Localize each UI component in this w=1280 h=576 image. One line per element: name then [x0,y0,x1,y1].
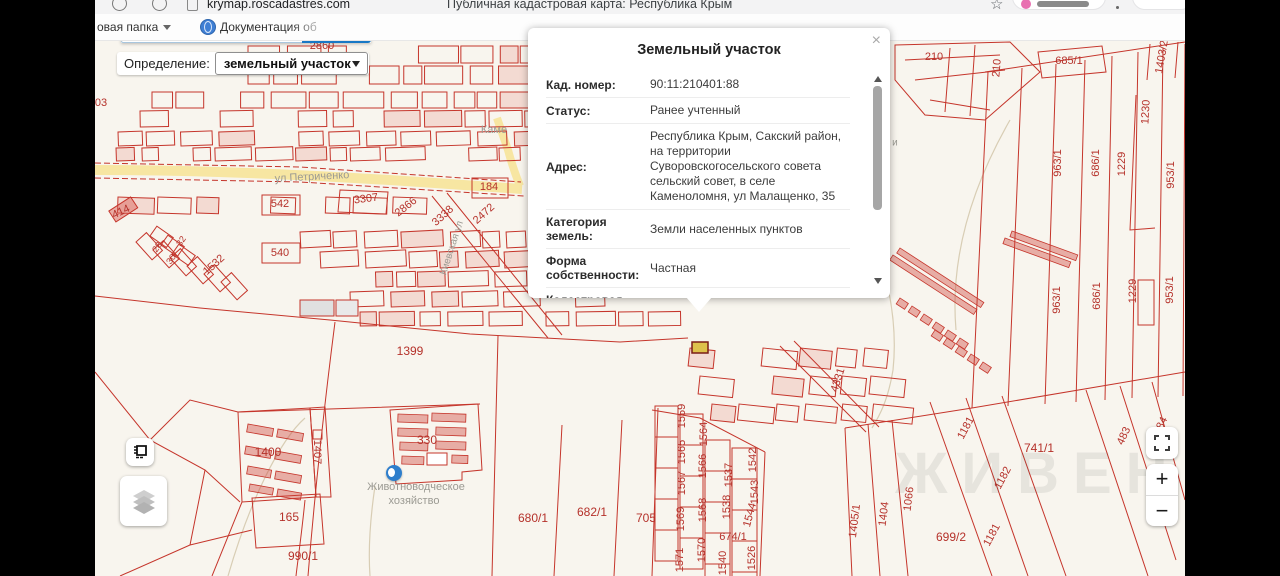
menu-dot-icon [1116,6,1119,9]
info-value: Частная [650,260,696,275]
letterbox-left [0,0,95,576]
info-row: Форма собственности: Частная [546,248,850,287]
scroll-down-icon[interactable] [874,278,882,284]
browser-address-bar: krymap.roscadastres.com Публичная кадаст… [0,0,1280,15]
popup-tail [686,297,712,312]
watermark: ЖИВЕН [895,441,1182,506]
url-text[interactable]: krymap.roscadastres.com [207,0,350,11]
page-title: Публичная кадастровая карта: Республика … [447,0,733,11]
globe-icon [200,19,216,35]
definition-select[interactable]: земельный участок [214,52,368,75]
info-label: Статус: [546,103,591,118]
info-row: Категория земель: Земли населенных пункто… [546,209,850,248]
zoom-in-button[interactable]: + [1146,464,1178,496]
reload-icon[interactable] [112,0,127,11]
zoom-control: + − [1146,464,1178,526]
info-label: Категория земель: [546,215,607,243]
layers-button[interactable] [120,476,167,526]
layers-icon [132,490,155,514]
extension-pill[interactable] [1012,0,1106,10]
scroll-up-icon[interactable] [874,76,882,82]
home-icon[interactable] [152,0,167,11]
close-icon[interactable]: × [872,32,881,50]
info-row: Статус: Ранее учтенный [546,97,850,123]
parcel-info-popup: Земельный участок × Кад. номер: 90:11:210… [528,28,890,298]
measure-button[interactable] [126,438,154,466]
info-value: 90:11:210401:88 [650,77,740,91]
info-label: Кадастровая стоимость: [546,293,638,298]
popup-scrollbar[interactable] [872,74,883,286]
definition-row: Определение: земельный участок [117,52,369,75]
popup-rows: Кад. номер: 90:11:210401:88 Статус: Ранее у… [546,72,850,298]
info-value: Республика Крым, Сакский район, на терри… [650,129,842,203]
ruler-icon [134,445,147,459]
poi-marker[interactable] [386,465,402,481]
bookmark-folder[interactable]: овая папка [97,20,158,34]
info-value: Земли населенных пунктов [650,221,803,236]
zoom-out-button[interactable]: − [1146,496,1178,527]
info-value: Ранее учтенный [650,103,741,117]
definition-label: Определение: [124,56,210,71]
info-label: Форма собственности: [546,254,640,282]
info-row: Адрес: Республика Крым, Сакский район, на… [546,123,850,209]
extension-label-redacted [1037,1,1089,7]
info-row: Кад. номер: 90:11:210401:88 [546,72,850,97]
extension-icon [1021,0,1031,9]
chevron-down-icon [163,25,171,30]
chevron-down-icon [351,61,360,67]
screen: krymap.roscadastres.com Публичная кадаст… [0,0,1280,576]
selected-parcel[interactable] [691,341,709,354]
scrollbar-thumb[interactable] [873,86,882,210]
fullscreen-icon [1154,435,1170,451]
fullscreen-button[interactable] [1146,427,1178,459]
fade-overlay [290,14,330,40]
popup-title: Земельный участок [637,42,781,58]
definition-value: земельный участок [223,56,351,71]
letterbox-right [1185,0,1280,576]
info-label: Кад. номер: [546,77,616,92]
bookmark-star-icon[interactable]: ☆ [990,0,1003,13]
page-info-icon[interactable] [187,0,198,11]
info-label: Адрес: [546,159,587,174]
